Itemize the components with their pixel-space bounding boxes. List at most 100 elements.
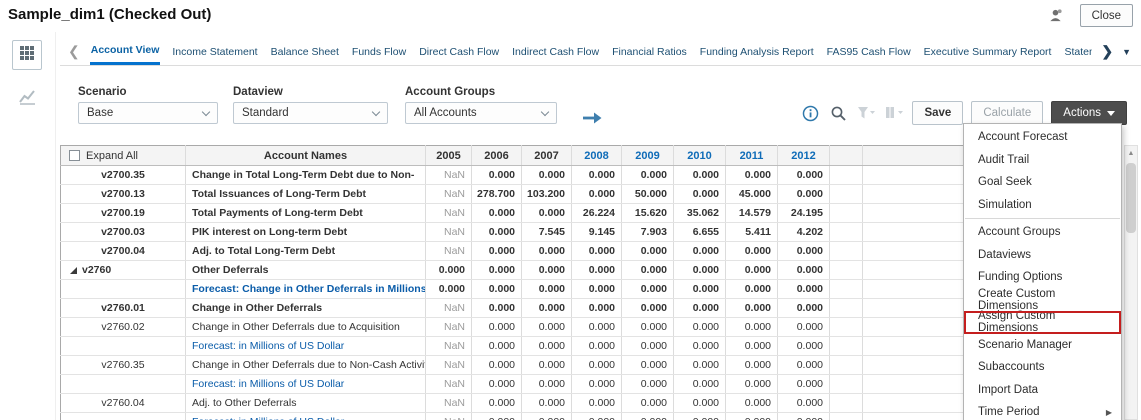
value-cell[interactable]: 0.000	[725, 260, 778, 280]
value-cell[interactable]: 0.000	[673, 374, 726, 394]
search-icon[interactable]	[828, 103, 848, 123]
value-cell[interactable]: 0.000	[521, 165, 572, 185]
grid-view-button[interactable]	[12, 40, 42, 70]
account-name-cell[interactable]: Adj. to Other Deferrals	[185, 393, 426, 413]
value-cell[interactable]: 0.000	[777, 355, 830, 375]
value-cell[interactable]: 0.000	[725, 412, 778, 420]
menu-item-account-groups[interactable]: Account Groups	[964, 221, 1121, 244]
menu-item-simulation[interactable]: Simulation	[964, 194, 1121, 217]
value-cell[interactable]: 0.000	[673, 298, 726, 318]
account-name-cell[interactable]: Adj. to Total Long-Term Debt	[185, 241, 426, 261]
value-cell[interactable]: 0.000	[471, 260, 522, 280]
empty-cell[interactable]	[829, 279, 863, 299]
value-cell[interactable]: 0.000	[725, 393, 778, 413]
value-cell[interactable]: 0.000	[571, 241, 622, 261]
forecast-link-cell[interactable]: Forecast: in Millions of US Dollar	[185, 412, 426, 420]
calculate-button[interactable]: Calculate	[971, 101, 1044, 125]
value-cell[interactable]: 0.000	[621, 336, 674, 356]
menu-item-dataviews[interactable]: Dataviews	[964, 244, 1121, 267]
tab-fas95-cash-flow[interactable]: FAS95 Cash Flow	[826, 38, 912, 65]
value-cell[interactable]: 0.000	[621, 241, 674, 261]
empty-cell[interactable]	[829, 317, 863, 337]
value-cell[interactable]: 0.000	[521, 298, 572, 318]
tabs-overflow-icon[interactable]: ▼	[1122, 47, 1141, 57]
value-cell[interactable]: 0.000	[777, 336, 830, 356]
scrollbar-thumb[interactable]	[1126, 163, 1136, 233]
value-cell[interactable]: 24.195	[777, 203, 830, 223]
value-cell[interactable]: 0.000	[471, 298, 522, 318]
actions-button[interactable]: Actions	[1051, 101, 1127, 125]
vertical-scrollbar[interactable]: ▲	[1124, 145, 1138, 420]
tabs-scroll-left-icon[interactable]: ❮	[60, 43, 90, 60]
value-cell[interactable]: 0.000	[621, 412, 674, 420]
menu-item-goal-seek[interactable]: Goal Seek	[964, 171, 1121, 194]
year-header-2010[interactable]: 2010	[673, 145, 726, 166]
empty-cell[interactable]	[829, 241, 863, 261]
value-cell[interactable]: 0.000	[725, 317, 778, 337]
value-cell[interactable]: 50.000	[621, 184, 674, 204]
value-cell[interactable]: 0.000	[521, 412, 572, 420]
value-cell[interactable]: 0.000	[521, 241, 572, 261]
close-button[interactable]: Close	[1079, 4, 1133, 27]
value-cell[interactable]: 0.000	[777, 298, 830, 318]
account-name-cell[interactable]: Total Payments of Long-term Debt	[185, 203, 426, 223]
value-cell[interactable]: 0.000	[777, 165, 830, 185]
value-cell[interactable]: 0.000	[673, 165, 726, 185]
empty-cell[interactable]	[829, 184, 863, 204]
menu-item-funding-options[interactable]: Funding Options	[964, 266, 1121, 289]
value-cell[interactable]: 0.000	[471, 355, 522, 375]
value-cell[interactable]: 0.000	[725, 241, 778, 261]
empty-cell[interactable]	[829, 165, 863, 185]
value-cell[interactable]: 0.000	[471, 336, 522, 356]
value-cell[interactable]: 0.000	[571, 184, 622, 204]
empty-cell[interactable]	[829, 393, 863, 413]
tabs-scroll-right-icon[interactable]: ❯	[1092, 43, 1122, 60]
tab-indirect-cash-flow[interactable]: Indirect Cash Flow	[511, 38, 600, 65]
forecast-link-cell[interactable]: Forecast: in Millions of US Dollar	[185, 374, 426, 394]
value-cell[interactable]: 0.000	[725, 355, 778, 375]
value-cell[interactable]: NaN	[425, 412, 472, 420]
value-cell[interactable]: 0.000	[521, 260, 572, 280]
value-cell[interactable]: NaN	[425, 336, 472, 356]
empty-cell[interactable]	[829, 298, 863, 318]
year-header-2009[interactable]: 2009	[621, 145, 674, 166]
account-id-cell[interactable]: v2700.04	[60, 241, 186, 261]
menu-item-subaccounts[interactable]: Subaccounts	[964, 356, 1121, 379]
info-icon[interactable]	[800, 103, 820, 123]
value-cell[interactable]: 0.000	[725, 165, 778, 185]
account-id-cell[interactable]: v2760.04	[60, 393, 186, 413]
go-arrow-icon[interactable]	[582, 108, 602, 128]
empty-cell[interactable]	[829, 260, 863, 280]
value-cell[interactable]: 0.000	[571, 279, 622, 299]
menu-item-scenario-manager[interactable]: Scenario Manager	[964, 334, 1121, 357]
value-cell[interactable]: 7.545	[521, 222, 572, 242]
value-cell[interactable]: 0.000	[571, 298, 622, 318]
menu-item-assign-custom-dimensions[interactable]: Assign Custom Dimensions	[964, 310, 1121, 334]
value-cell[interactable]: 0.000	[521, 279, 572, 299]
value-cell[interactable]: NaN	[425, 184, 472, 204]
value-cell[interactable]: 0.000	[777, 393, 830, 413]
value-cell[interactable]: 0.000	[673, 317, 726, 337]
value-cell[interactable]: 0.000	[425, 260, 472, 280]
empty-cell[interactable]	[829, 412, 863, 420]
value-cell[interactable]: 0.000	[571, 260, 622, 280]
tab-funds-flow[interactable]: Funds Flow	[351, 38, 407, 65]
account-id-cell[interactable]	[60, 412, 186, 420]
year-header-2007[interactable]: 2007	[521, 145, 572, 166]
tab-statement-of-retained-earnings[interactable]: Statement of Retained Earnings	[1063, 38, 1092, 65]
year-header-2005[interactable]: 2005	[425, 145, 472, 166]
account-name-cell[interactable]: Total Issuances of Long-Term Debt	[185, 184, 426, 204]
account-name-cell[interactable]: Change in Other Deferrals due to Acquisi…	[185, 317, 426, 337]
value-cell[interactable]: 35.062	[673, 203, 726, 223]
value-cell[interactable]: 0.000	[777, 260, 830, 280]
value-cell[interactable]: 0.000	[471, 203, 522, 223]
value-cell[interactable]: 0.000	[621, 374, 674, 394]
value-cell[interactable]: NaN	[425, 374, 472, 394]
value-cell[interactable]: 0.000	[571, 336, 622, 356]
value-cell[interactable]: 0.000	[621, 165, 674, 185]
value-cell[interactable]: 0.000	[621, 317, 674, 337]
value-cell[interactable]: 0.000	[673, 260, 726, 280]
account-id-cell[interactable]: v2700.19	[60, 203, 186, 223]
value-cell[interactable]: 0.000	[471, 279, 522, 299]
menu-item-audit-trail[interactable]: Audit Trail	[964, 149, 1121, 172]
